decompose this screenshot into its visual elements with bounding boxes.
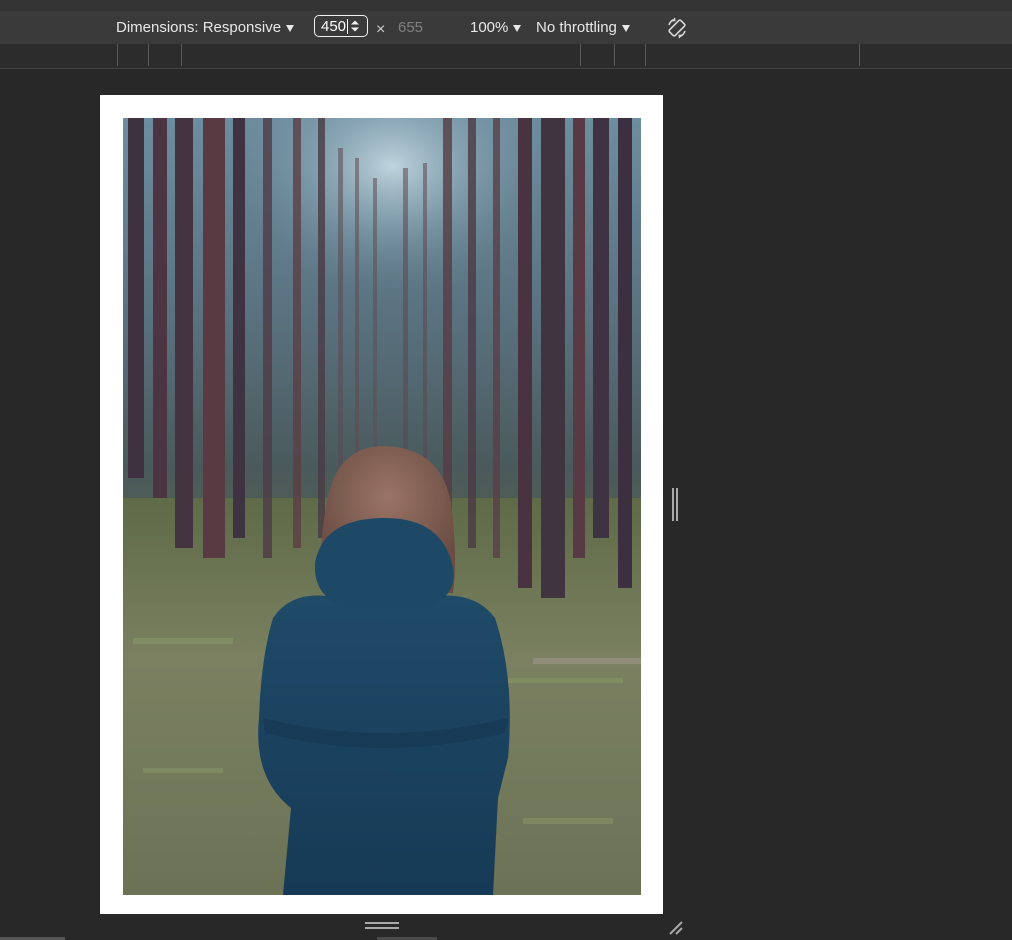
- height-input[interactable]: 655: [398, 11, 423, 44]
- ruler-tick: [181, 44, 182, 66]
- media-query-ruler: [0, 44, 1012, 69]
- width-value: 450: [321, 17, 349, 35]
- resize-handle-bottom[interactable]: [365, 920, 399, 932]
- ruler-tick: [645, 44, 646, 66]
- forest-person-photo: [123, 118, 641, 895]
- dimension-separator: ×: [376, 20, 386, 38]
- chevron-down-icon: [621, 24, 630, 32]
- ruler-tick: [859, 44, 860, 66]
- devtools-top-strip: [0, 0, 1012, 11]
- zoom-dropdown[interactable]: 100%: [470, 11, 522, 44]
- photo-image: [123, 118, 641, 895]
- throttling-dropdown[interactable]: No throttling: [536, 11, 630, 44]
- device-viewport: [100, 95, 663, 914]
- chevron-down-icon: [286, 24, 295, 32]
- device-toolbar: Dimensions: Responsive 450 × 655 100% No…: [0, 11, 1012, 44]
- zoom-label: 100%: [470, 19, 509, 36]
- dimensions-dropdown[interactable]: Dimensions: Responsive: [116, 11, 295, 44]
- resize-handle-corner[interactable]: [667, 918, 685, 936]
- throttling-label: No throttling: [536, 19, 617, 36]
- spinner-arrows-icon[interactable]: [349, 19, 361, 33]
- rotate-button[interactable]: [664, 11, 690, 44]
- ruler-tick: [117, 44, 118, 66]
- width-input[interactable]: 450: [314, 15, 368, 37]
- resize-handle-right[interactable]: [671, 488, 679, 521]
- rotate-device-icon: [668, 17, 686, 38]
- dimensions-label: Dimensions: Responsive: [116, 19, 282, 36]
- ruler-tick: [580, 44, 581, 66]
- chevron-down-icon: [513, 24, 522, 32]
- ruler-tick: [148, 44, 149, 66]
- ruler-tick: [614, 44, 615, 66]
